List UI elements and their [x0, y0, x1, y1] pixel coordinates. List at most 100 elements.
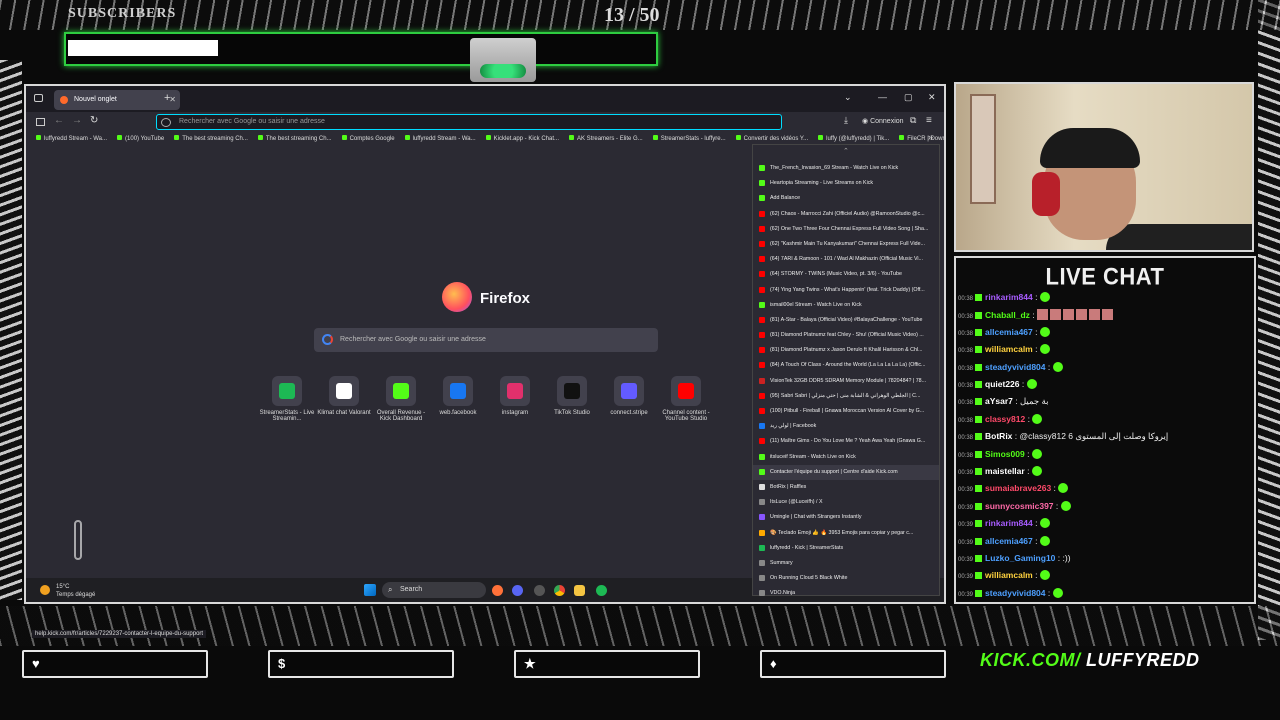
newtab-search-input[interactable]: Rechercher avec Google ou saisir une adr…	[314, 328, 658, 352]
chat-username[interactable]: williamcalm	[985, 344, 1033, 354]
chat-username[interactable]: steadyvivid804	[985, 588, 1045, 598]
bookmark-item[interactable]: Convertir des vidéos Y...	[736, 132, 808, 142]
chat-username[interactable]: williamcalm	[985, 570, 1033, 580]
chat-separator: :	[1024, 466, 1032, 476]
shortcut-tile[interactable]: TikTok Studio	[543, 376, 601, 416]
bookmark-item[interactable]: StreamerStats - luffyre...	[653, 132, 726, 142]
chat-username[interactable]: steadyvivid804	[985, 362, 1045, 372]
menu-icon[interactable]: ≡	[926, 115, 932, 126]
history-item[interactable]: On Running Cloud 5 Black White	[753, 571, 939, 586]
bookmark-item[interactable]: Comptes Google	[342, 132, 395, 142]
back-icon[interactable]: ←	[54, 115, 64, 126]
discord-taskbar-icon[interactable]	[512, 585, 523, 596]
shortcut-tile[interactable]: Overall Revenue - Kick Dashboard	[372, 376, 430, 422]
chat-username[interactable]: Chaball_dz	[985, 310, 1030, 320]
chat-username[interactable]: maistellar	[985, 466, 1025, 476]
chat-username[interactable]: rinkarim844	[985, 518, 1033, 528]
history-item[interactable]: (100) Pitbull - Fireball | Gnawa Morocca…	[753, 404, 939, 419]
windows-start-icon[interactable]	[364, 584, 376, 596]
new-tab-button[interactable]: +	[164, 92, 170, 104]
close-window-button[interactable]: ✕	[928, 92, 936, 103]
history-item[interactable]: (62) "Kashmir Main Tu Kanyakumari" Chenn…	[753, 237, 939, 252]
extensions-icon[interactable]: ⧉	[910, 115, 916, 126]
obs-taskbar-icon[interactable]	[534, 585, 545, 596]
shortcut-tile[interactable]: StreamerStats - Live Streamin...	[258, 376, 316, 422]
history-item[interactable]: (74) Ying Yang Twins - What's Happenin' …	[753, 283, 939, 298]
weather-widget[interactable]: 15°C Temps dégagé	[40, 583, 95, 599]
history-item[interactable]: (11) Maître Gims - Do You Love Me ? Yeah…	[753, 434, 939, 449]
chat-username[interactable]: BotRix	[985, 431, 1012, 441]
history-item[interactable]: ismail00el Stream - Watch Live on Kick	[753, 298, 939, 313]
chat-username[interactable]: allcemia467	[985, 536, 1033, 546]
chat-username[interactable]: allcemia467	[985, 327, 1033, 337]
forward-icon[interactable]: →	[72, 115, 82, 126]
bookmark-item[interactable]: FileCR | Download	[899, 132, 944, 142]
shortcut-label: Overall Revenue - Kick Dashboard	[376, 410, 426, 422]
taskbar-search[interactable]: ⌕ Search	[382, 582, 486, 598]
url-bar[interactable]: Rechercher avec Google ou saisir une adr…	[156, 114, 782, 130]
shortcut-tile[interactable]: instagram	[486, 376, 544, 416]
history-item[interactable]: (81) Diamond Platnumz feat Chley - Shu! …	[753, 328, 939, 343]
list-all-tabs-icon[interactable]: ⌄	[844, 92, 852, 103]
file-explorer-taskbar-icon[interactable]	[574, 585, 585, 596]
history-item[interactable]: BotRix | Raffles	[753, 480, 939, 495]
bookmark-item[interactable]: luffy (@luffyredd) | Tik...	[818, 132, 889, 142]
chat-username[interactable]: sumaiabrave263	[985, 483, 1051, 493]
chat-username[interactable]: Luzko_Gaming10	[985, 553, 1055, 563]
bookmark-item[interactable]: luffyredd Stream - Wa...	[36, 132, 107, 142]
reload-icon[interactable]: ↻	[90, 115, 98, 126]
bookmark-item[interactable]: The best streaming Ch...	[174, 132, 248, 142]
chat-username[interactable]: quiet226	[985, 379, 1020, 389]
history-item[interactable]: (81) Diamond Platnumz x Jason Derulo ft …	[753, 343, 939, 358]
history-item[interactable]: The_French_Invasion_69 Stream - Watch Li…	[753, 161, 939, 176]
history-item[interactable]: 🎨 Teclado Emoji 👍 🔥 3953 Emojis para cop…	[753, 526, 939, 541]
search-engine-icon[interactable]	[161, 118, 171, 127]
shortcut-tile[interactable]: web.facebook	[429, 376, 487, 416]
history-item[interactable]: (84) A Touch Of Class - Around the World…	[753, 358, 939, 373]
bookmark-item[interactable]: AK Streamers - Elite G...	[569, 132, 643, 142]
site-favicon-icon	[759, 423, 765, 430]
tab-new-tab[interactable]: Nouvel onglet ✕	[54, 90, 180, 110]
history-item[interactable]: (64) 7ARI & Ramoon - 101 / Wad Al Makhaz…	[753, 252, 939, 267]
sidebar-icon[interactable]	[36, 118, 45, 126]
chat-separator: :	[1032, 535, 1040, 546]
history-item[interactable]: luffyredd - Kick | StreamerStats	[753, 541, 939, 556]
bookmark-item[interactable]: (100) YouTube	[117, 132, 164, 142]
history-item[interactable]: (62) One Two Three Four Chennai Express …	[753, 222, 939, 237]
history-item[interactable]: VDO.Ninja	[753, 586, 939, 601]
history-item[interactable]: (95) Sabri Sabri | الجلطي الوهراني & الش…	[753, 389, 939, 404]
history-item[interactable]: (62) Chaos - Marrocci Zahi (Officiel Aud…	[753, 207, 939, 222]
bookmark-item[interactable]: Kicklet.app - Kick Chat...	[486, 132, 559, 142]
history-item[interactable]: VisionTek 32GB DDR5 SDRAM Memory Module …	[753, 374, 939, 389]
history-item[interactable]: itsluceif Stream - Watch Live on Kick	[753, 450, 939, 465]
bookmark-item[interactable]: luffyredd Stream - Wa...	[405, 132, 476, 142]
chat-username[interactable]: aYsar7	[985, 396, 1013, 406]
chrome-taskbar-icon[interactable]	[554, 585, 565, 596]
chat-username[interactable]: sunnycosmic397	[985, 501, 1054, 511]
history-item[interactable]: (64) STORMY - TWINS (Music Video, pt. 3/…	[753, 267, 939, 282]
history-item[interactable]: Summary	[753, 556, 939, 571]
account-button[interactable]: ◉ Connexion	[862, 117, 904, 125]
history-item[interactable]: (81) A-Star - Balaya (Official Video) #B…	[753, 313, 939, 328]
chat-username[interactable]: Simos009	[985, 449, 1025, 459]
history-item[interactable]: ItsLuce (@Luceifh) / X	[753, 495, 939, 510]
history-item[interactable]: Contacter l'équipe du support | Centre d…	[753, 464, 939, 480]
download-icon[interactable]: ⤓	[844, 115, 848, 126]
shortcut-tile[interactable]: Channel content - YouTube Studio	[657, 376, 715, 422]
firefox-taskbar-icon[interactable]	[492, 585, 503, 596]
history-item[interactable]: Umingle | Chat with Strangers Instantly	[753, 510, 939, 525]
shortcut-tile[interactable]: connect.stripe	[600, 376, 658, 416]
history-item[interactable]: Heartopia Streaming - Live Streams on Ki…	[753, 176, 939, 191]
chat-username[interactable]: classy812	[985, 414, 1025, 424]
history-item[interactable]: Add Balance	[753, 191, 939, 206]
shortcut-tile[interactable]: Klimat chat Valorant	[315, 376, 373, 416]
history-item[interactable]: لولي ريد | Facebook	[753, 419, 939, 434]
chat-username[interactable]: rinkarim844	[985, 292, 1033, 302]
bookmarks-overflow-icon[interactable]: »	[928, 132, 933, 142]
maximize-button[interactable]: ▢	[904, 92, 913, 103]
minimize-button[interactable]: —	[878, 92, 887, 102]
tab-list-icon[interactable]	[34, 94, 43, 102]
spotify-taskbar-icon[interactable]	[596, 585, 607, 596]
scroll-up-icon[interactable]: ⌃	[843, 147, 849, 155]
bookmark-item[interactable]: The best streaming Ch...	[258, 132, 332, 142]
